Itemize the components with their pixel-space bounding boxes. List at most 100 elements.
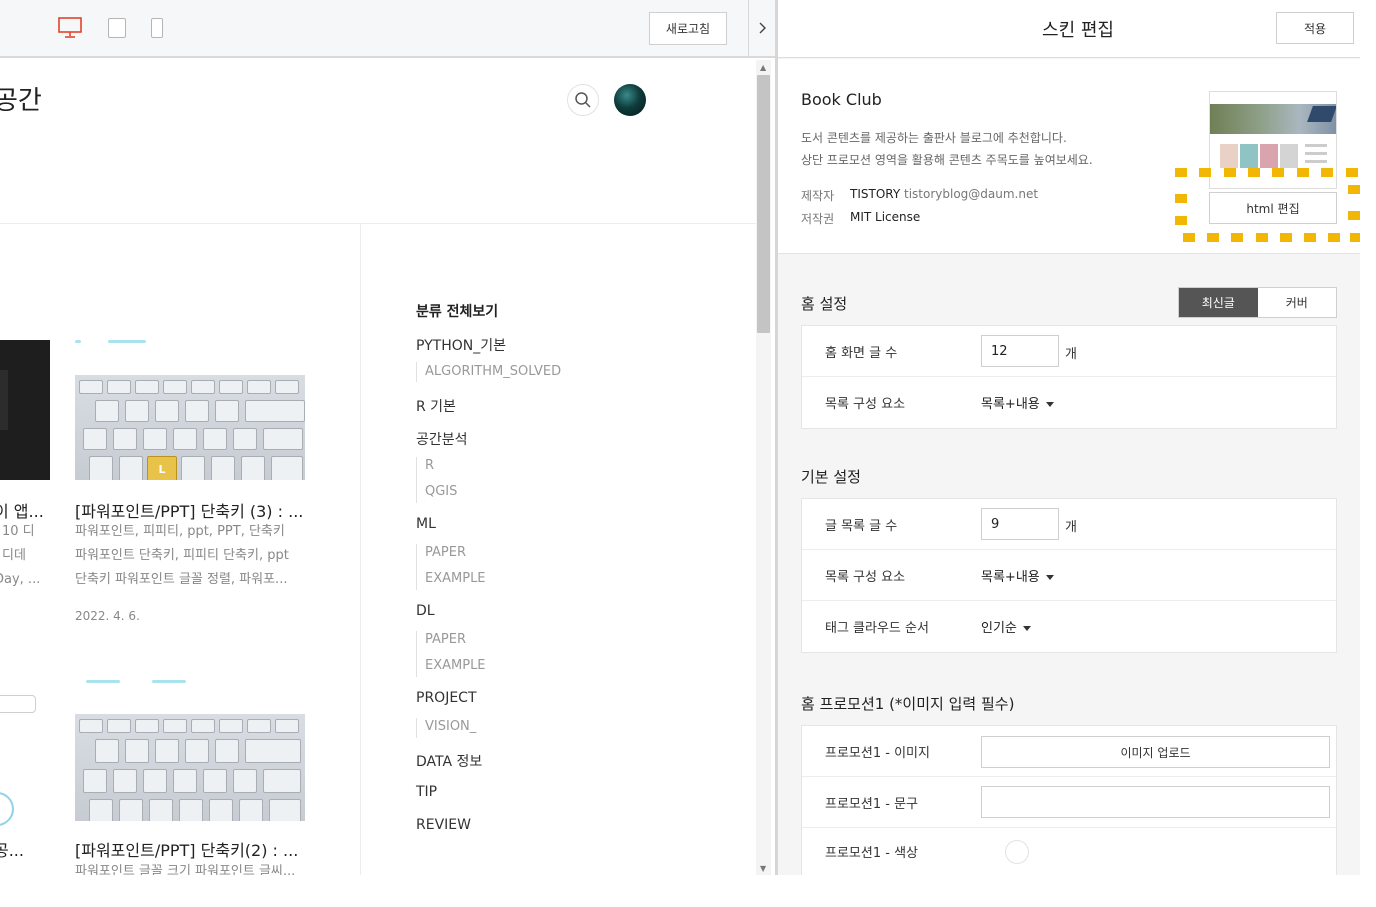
collapse-panel-button[interactable] bbox=[748, 0, 776, 58]
home-settings-box: 홈 화면 글 수 12 개 목록 구성 요소 목록+내용 bbox=[801, 325, 1337, 429]
scrollbar-thumb[interactable] bbox=[757, 75, 770, 333]
divider bbox=[416, 718, 417, 738]
list-post-count-input[interactable]: 9 bbox=[981, 508, 1059, 540]
license-label: 저작권 bbox=[801, 212, 835, 226]
row-label: 홈 화면 글 수 bbox=[825, 346, 898, 361]
category-item[interactable]: TIP bbox=[416, 784, 437, 800]
caret-down-icon bbox=[1045, 575, 1054, 580]
divider bbox=[416, 457, 417, 503]
setting-row: 목록 구성 요소 목록+내용 bbox=[802, 550, 1336, 601]
subcategory-item[interactable]: VISION_ bbox=[425, 719, 476, 734]
caret-down-icon bbox=[1045, 402, 1054, 407]
home-post-count-input[interactable]: 12 bbox=[981, 335, 1059, 367]
subcategory-item[interactable]: PAPER bbox=[425, 545, 466, 560]
toggle-latest[interactable]: 최신글 bbox=[1179, 288, 1258, 317]
category-item[interactable]: DL bbox=[416, 603, 435, 619]
image-upload-button[interactable]: 이미지 업로드 bbox=[981, 736, 1330, 768]
post-thumbnail[interactable] bbox=[0, 340, 50, 480]
caret-down-icon bbox=[1022, 626, 1031, 631]
category-item[interactable]: PROJECT bbox=[416, 690, 477, 706]
category-item[interactable]: REVIEW bbox=[416, 817, 471, 833]
category-item[interactable]: ML bbox=[416, 516, 436, 532]
post-thumbnail[interactable] bbox=[75, 714, 305, 821]
blog-preview: 공간 이 앱... 10 디 디데 Day, ... 공... bbox=[0, 60, 756, 875]
tablet-icon[interactable] bbox=[108, 18, 126, 38]
promotion-title: 홈 프로모션1 (*이미지 입력 필수) bbox=[801, 695, 1015, 713]
skin-name: Book Club bbox=[801, 90, 882, 109]
subcategory-item[interactable]: QGIS bbox=[425, 484, 457, 499]
subcategory-item[interactable]: R bbox=[425, 458, 434, 473]
author-value: TISTORY tistoryblog@daum.net bbox=[850, 187, 1039, 201]
setting-row: 프로모션1 - 문구 bbox=[802, 777, 1336, 828]
skin-editor-panel: 스킨 편집 적용 Book Club 도서 콘텐츠를 제공하는 출판사 블로그에… bbox=[778, 0, 1360, 875]
basic-settings-box: 글 목록 글 수 9 개 목록 구성 요소 목록+내용 태그 클라우드 순서 인… bbox=[801, 498, 1337, 653]
setting-row: 프로모션1 - 이미지 이미지 업로드 bbox=[802, 726, 1336, 777]
divider bbox=[0, 223, 756, 224]
setting-row: 프로모션1 - 색상 bbox=[802, 828, 1336, 875]
row-label: 프로모션1 - 문구 bbox=[825, 797, 918, 812]
row-label: 프로모션1 - 이미지 bbox=[825, 746, 930, 761]
mobile-icon[interactable] bbox=[151, 18, 163, 38]
blog-search-button[interactable] bbox=[567, 84, 599, 116]
list-type-select[interactable]: 목록+내용 bbox=[981, 566, 1054, 585]
chevron-right-icon bbox=[759, 22, 766, 34]
subcategory-item[interactable]: PAPER bbox=[425, 632, 466, 647]
post-excerpt: 단축키 파워포인트 글꼴 정렬, 파워포... bbox=[75, 572, 288, 587]
decor-mark bbox=[108, 340, 146, 343]
unit-label: 개 bbox=[1065, 520, 1077, 535]
tag-cloud-order-select[interactable]: 인기순 bbox=[981, 617, 1031, 636]
preview-toolbar: 새로고침 bbox=[0, 0, 755, 58]
decor-mark bbox=[86, 680, 120, 683]
skin-description: 도서 콘텐츠를 제공하는 출판사 블로그에 추천합니다. bbox=[801, 131, 1067, 145]
category-item[interactable]: R 기본 bbox=[416, 396, 456, 416]
author-email: tistoryblog@daum.net bbox=[904, 187, 1039, 201]
subcategory-item[interactable]: ALGORITHM_SOLVED bbox=[425, 364, 561, 379]
divider bbox=[416, 362, 417, 382]
color-picker[interactable] bbox=[1005, 840, 1029, 864]
promotion-settings-box: 프로모션1 - 이미지 이미지 업로드 프로모션1 - 문구 프로모션1 - 색… bbox=[801, 725, 1337, 875]
row-label: 프로모션1 - 색상 bbox=[825, 846, 918, 861]
category-item[interactable]: DATA 정보 bbox=[416, 751, 482, 771]
decor-mark bbox=[152, 680, 186, 683]
setting-row: 태그 클라우드 순서 인기순 bbox=[802, 601, 1336, 652]
home-list-type-select[interactable]: 목록+내용 bbox=[981, 393, 1054, 412]
post-thumbnail[interactable]: L bbox=[75, 375, 305, 480]
post-date: 2022. 4. 6. bbox=[75, 609, 140, 623]
refresh-button[interactable]: 새로고침 bbox=[649, 12, 727, 45]
post-excerpt: Day, ... bbox=[0, 572, 41, 587]
category-item[interactable]: 공간분석 bbox=[416, 429, 468, 449]
skin-info: Book Club 도서 콘텐츠를 제공하는 출판사 블로그에 추천합니다. 상… bbox=[778, 59, 1360, 254]
category-item[interactable]: PYTHON_기본 bbox=[416, 335, 506, 355]
toggle-cover[interactable]: 커버 bbox=[1257, 288, 1336, 317]
post-title[interactable]: 공... bbox=[0, 837, 24, 861]
basic-settings-title: 기본 설정 bbox=[801, 468, 861, 486]
search-field[interactable] bbox=[0, 695, 36, 713]
divider bbox=[416, 544, 417, 590]
setting-row: 목록 구성 요소 목록+내용 bbox=[802, 377, 1336, 428]
desktop-icon[interactable] bbox=[58, 17, 82, 39]
row-label: 목록 구성 요소 bbox=[825, 570, 906, 585]
post-title[interactable]: [파워포인트/PPT] 단축키 (3) : ... bbox=[75, 498, 303, 522]
home-settings-title: 홈 설정 bbox=[801, 295, 848, 313]
divider bbox=[416, 631, 417, 677]
avatar[interactable] bbox=[614, 84, 646, 116]
setting-row: 글 목록 글 수 9 개 bbox=[802, 499, 1336, 550]
subcategory-item[interactable]: EXAMPLE bbox=[425, 658, 486, 673]
post-excerpt: 파워포인트 글꼴 크기 파워포인트 글씨... bbox=[75, 864, 296, 875]
post-title[interactable]: 이 앱... bbox=[0, 498, 44, 522]
subcategory-item[interactable]: EXAMPLE bbox=[425, 571, 486, 586]
scroll-down-icon[interactable]: ▼ bbox=[760, 864, 766, 873]
category-all[interactable]: 분류 전체보기 bbox=[416, 301, 498, 321]
promotion-text-input[interactable] bbox=[981, 786, 1330, 818]
post-title[interactable]: [파워포인트/PPT] 단축키(2) : ... bbox=[75, 837, 298, 861]
search-icon bbox=[575, 92, 591, 108]
setting-row: 홈 화면 글 수 12 개 bbox=[802, 326, 1336, 377]
html-edit-button[interactable]: html 편집 bbox=[1209, 192, 1337, 224]
row-label: 목록 구성 요소 bbox=[825, 397, 906, 412]
scroll-up-icon[interactable]: ▲ bbox=[760, 63, 766, 72]
post-excerpt: 디데 bbox=[2, 548, 26, 563]
blog-title[interactable]: 공간 bbox=[0, 80, 42, 117]
author-label: 제작자 bbox=[801, 189, 835, 203]
apply-button[interactable]: 적용 bbox=[1276, 12, 1354, 44]
post-excerpt: 파워포인트, 피피티, ppt, PPT, 단축키 bbox=[75, 524, 285, 539]
